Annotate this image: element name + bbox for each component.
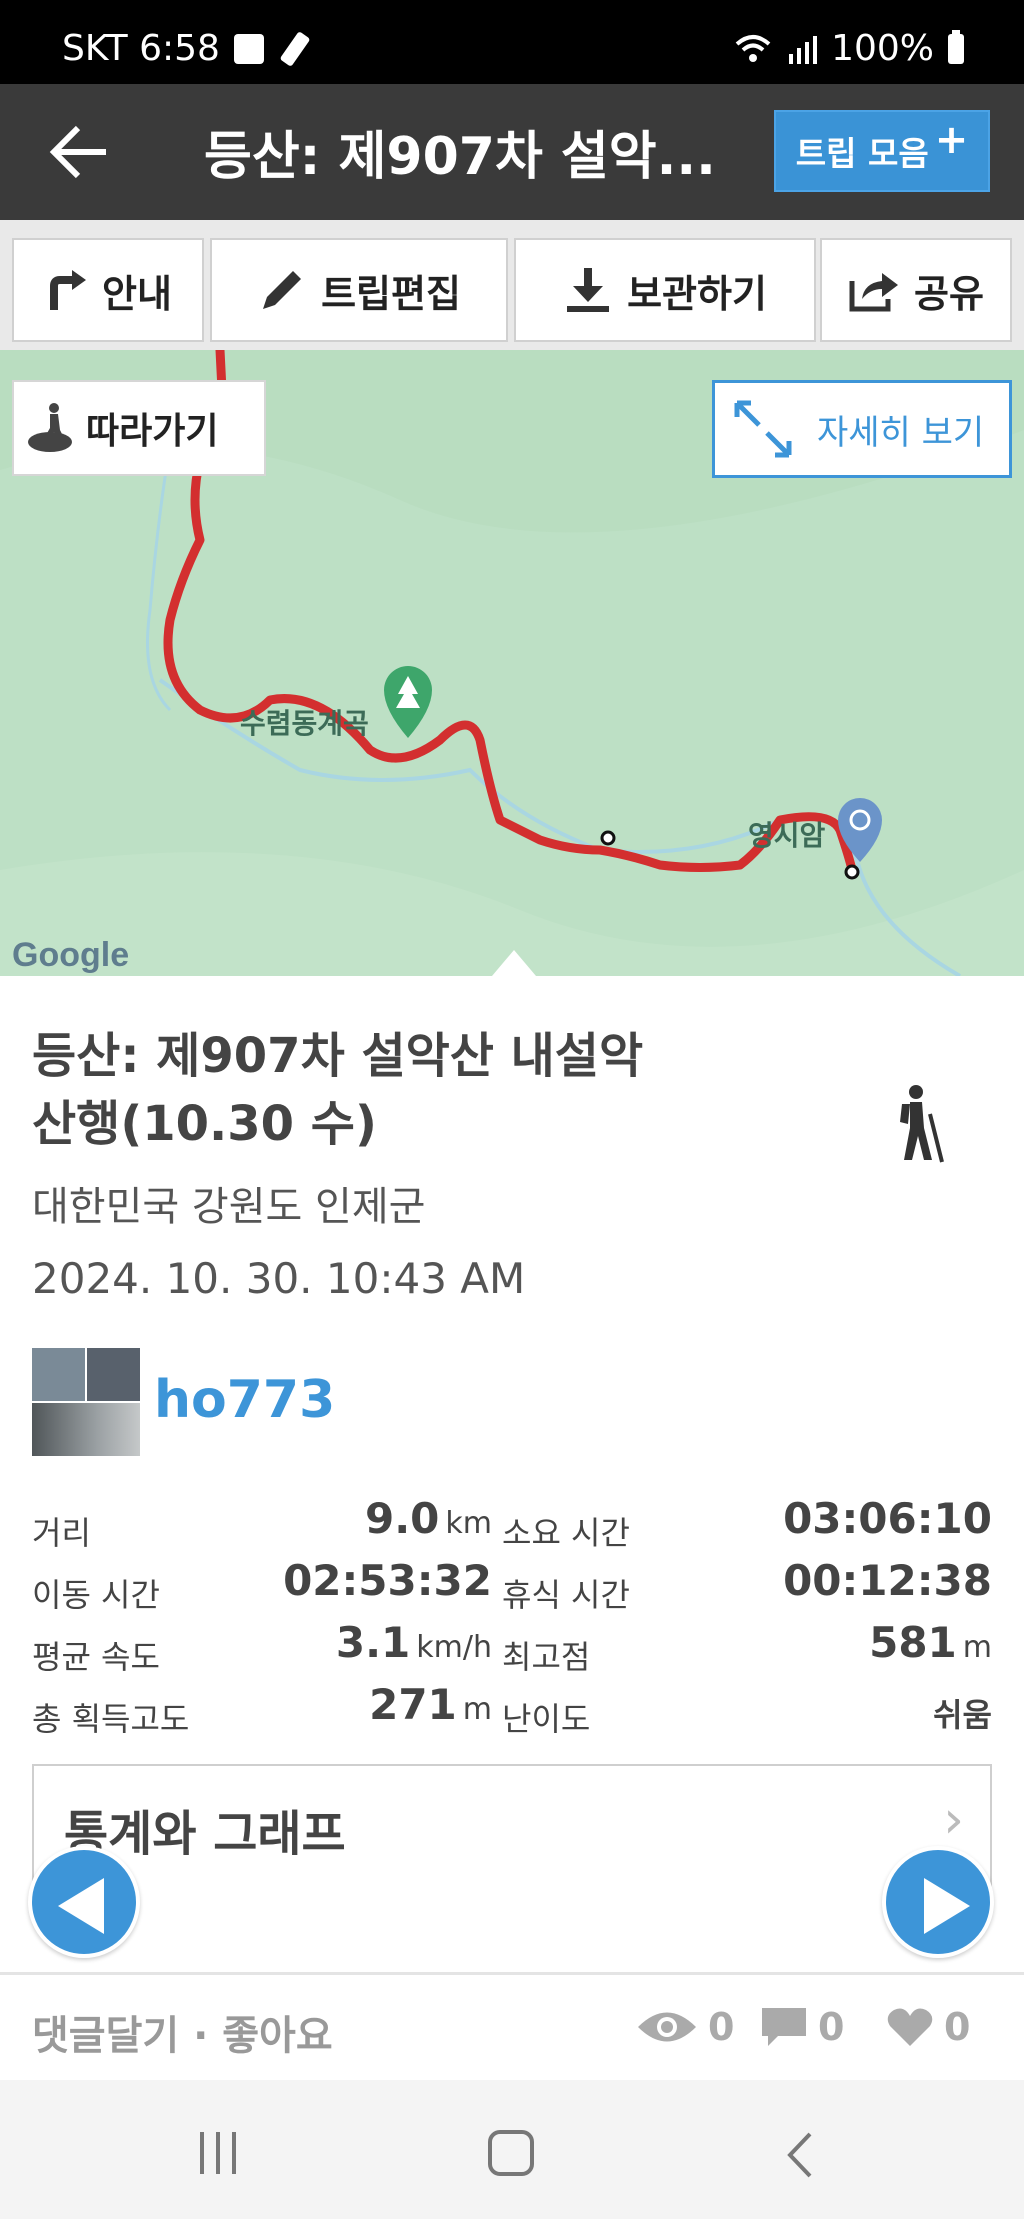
- share-icon: [849, 273, 899, 312]
- system-nav-bar: [0, 2080, 1024, 2219]
- like-counter: 0: [886, 2005, 970, 2049]
- end-marker: [844, 864, 860, 880]
- max-altitude-label: 최고점: [502, 1638, 591, 1676]
- stat-row: 이동 시간 02:53:32 휴식 시간 00:12:38: [32, 1556, 992, 1618]
- difficulty-label: 난이도: [502, 1700, 591, 1738]
- trip-info: 등산: 제907차 설악산 내설악 산행(10.30 수) 대한민국 강원도 인…: [0, 976, 1024, 1976]
- app-header: 등산: 제907차 설악... 트립 모음 +: [0, 84, 1024, 220]
- comment-icon: [762, 2008, 806, 2046]
- view-counter: 0: [636, 2005, 734, 2049]
- comment-like-link[interactable]: 댓글달기 · 좋아요: [32, 2003, 333, 2061]
- expand-icon: [734, 400, 792, 458]
- page-title: 등산: 제907차 설악...: [204, 127, 716, 187]
- back-arrow-icon[interactable]: [44, 120, 114, 184]
- next-trip-button[interactable]: [882, 1846, 994, 1958]
- difficulty-value: 쉬움: [933, 1696, 992, 1734]
- trip-title: 등산: 제907차 설악산 내설악 산행(10.30 수): [32, 1022, 732, 1158]
- follow-button[interactable]: 따라가기: [12, 380, 266, 476]
- previous-trip-button[interactable]: [28, 1846, 140, 1958]
- moving-time-value: 02:53:32: [283, 1556, 492, 1605]
- share-label: 공유: [914, 271, 984, 316]
- plus-icon: +: [934, 117, 969, 163]
- distance-value: 9.0 km: [364, 1494, 492, 1543]
- waypoint-marker: [600, 830, 616, 846]
- pencil-icon: [263, 271, 302, 309]
- trip-title-line2: 산행(10.30 수): [32, 1096, 377, 1152]
- system-back-icon[interactable]: [784, 2130, 814, 2180]
- temple-label: 영시암: [748, 819, 826, 852]
- turn-arrow-icon: [50, 270, 87, 310]
- carrier-time: SKT 6:58: [62, 28, 220, 69]
- gallery-icon: [233, 33, 264, 64]
- detail-view-button[interactable]: 자세히 보기: [712, 380, 1012, 478]
- google-logo: Google: [12, 936, 130, 974]
- rest-time-value: 00:12:38: [783, 1556, 992, 1605]
- moving-time-label: 이동 시간: [32, 1576, 160, 1614]
- stat-row: 거리 9.0 km 소요 시간 03:06:10: [32, 1494, 992, 1556]
- route-map[interactable]: 수렴동계곡 영시암 따라가기 자세히 보기 Google: [0, 350, 1024, 976]
- download-icon: [567, 268, 610, 312]
- save-label: 보관하기: [627, 271, 767, 316]
- status-bar: SKT 6:58 100%: [0, 0, 1024, 84]
- username-link[interactable]: ho773: [154, 1370, 335, 1430]
- social-bar: 댓글달기 · 좋아요 0 0 0: [0, 1972, 1024, 2080]
- signal-icon: [789, 35, 818, 64]
- home-icon[interactable]: [488, 2130, 534, 2176]
- guide-button[interactable]: 안내: [12, 238, 204, 342]
- view-count: 0: [708, 2005, 735, 2049]
- duration-value: 03:06:10: [783, 1494, 992, 1543]
- trip-title-line1: 등산: 제907차 설악산 내설악: [32, 1028, 644, 1084]
- avg-speed-value: 3.1 km/h: [335, 1618, 492, 1667]
- elevation-gain-value: 271 m: [369, 1680, 492, 1729]
- heart-icon: [887, 2008, 933, 2046]
- wifi-icon: [735, 34, 771, 62]
- stat-row: 총 획득고도 271 m 난이도 쉬움: [32, 1680, 992, 1742]
- avg-speed-label: 평균 속도: [32, 1638, 160, 1676]
- comment-count: 0: [818, 2005, 845, 2049]
- battery-icon: [948, 29, 964, 64]
- guide-label: 안내: [102, 271, 172, 316]
- trip-collection-button[interactable]: 트립 모음 +: [774, 110, 990, 192]
- elevation-gain-label: 총 획득고도: [32, 1700, 190, 1738]
- distance-label: 거리: [32, 1514, 91, 1552]
- follow-label: 따라가기: [86, 411, 219, 452]
- chevron-right-icon: ›: [943, 1790, 964, 1850]
- valley-label: 수렴동계곡: [240, 707, 369, 740]
- share-button[interactable]: 공유: [820, 238, 1012, 342]
- eye-icon: [638, 2012, 696, 2042]
- hiker-trail-icon: [28, 403, 72, 452]
- stat-row: 평균 속도 3.1 km/h 최고점 581 m: [32, 1618, 992, 1680]
- action-toolbar: 안내 트립편집 보관하기 공유: [0, 220, 1024, 350]
- save-button[interactable]: 보관하기: [514, 238, 816, 342]
- stats-graph-button[interactable]: 통계와 그래프 ›: [32, 1764, 992, 1888]
- trip-location: 대한민국 강원도 인제군: [32, 1184, 426, 1230]
- battery-percent: 100%: [831, 28, 934, 69]
- trip-datetime: 2024. 10. 30. 10:43 AM: [32, 1254, 526, 1303]
- max-altitude-value: 581 m: [869, 1618, 992, 1667]
- status-right: 100%: [733, 28, 964, 69]
- detail-view-label: 자세히 보기: [817, 412, 985, 453]
- edit-trip-button[interactable]: 트립편집: [210, 238, 508, 342]
- hiking-icon: [900, 1085, 944, 1163]
- stats-table: 거리 9.0 km 소요 시간 03:06:10 이동 시간 02:53:32 휴…: [32, 1494, 992, 1742]
- status-left: SKT 6:58: [62, 28, 311, 69]
- avatar[interactable]: [32, 1348, 140, 1456]
- edit-trip-label: 트립편집: [321, 271, 461, 316]
- duration-label: 소요 시간: [502, 1514, 630, 1552]
- recents-icon[interactable]: [200, 2132, 236, 2174]
- trip-collection-label: 트립 모음: [795, 134, 929, 173]
- rest-time-label: 휴식 시간: [502, 1576, 630, 1614]
- pen-icon: [279, 30, 311, 67]
- comment-counter: 0: [760, 2005, 844, 2049]
- like-count: 0: [944, 2005, 971, 2049]
